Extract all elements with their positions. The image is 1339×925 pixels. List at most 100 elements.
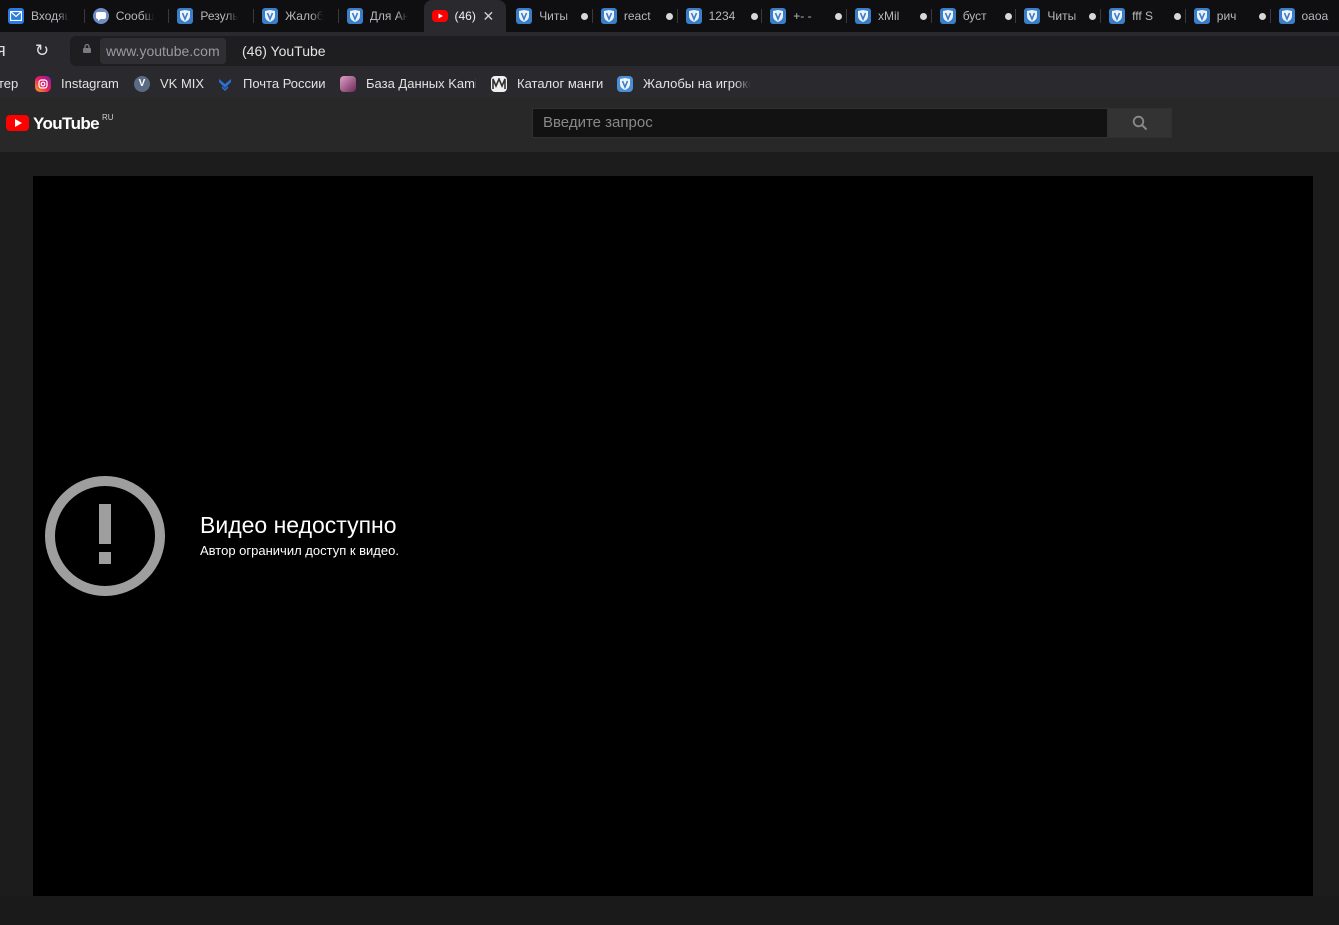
bookmarks-bar: тер Instagram V VK MIX Почта России База…	[0, 70, 1339, 97]
tab-strip: Входящие Сообщения Результаты Жалобы Для Ан (…	[0, 0, 1339, 32]
tab-title: (46)	[454, 9, 476, 23]
search-input[interactable]: Введите запрос	[532, 108, 1108, 138]
youtube-wordmark: YouTube	[33, 114, 100, 133]
bookmark-label: База Данных Kami	[366, 76, 476, 91]
unread-dot-icon	[665, 12, 673, 20]
vk-shield-icon	[262, 8, 279, 24]
search-placeholder: Введите запрос	[543, 114, 653, 131]
bookmark-label: Жалобы на игроков	[643, 76, 751, 91]
bookmark-kami-db[interactable]: База Данных Kami	[340, 70, 476, 97]
url-page-title[interactable]: (46) YouTube	[242, 36, 326, 66]
lock-icon	[83, 44, 91, 53]
tab-separator	[1015, 9, 1017, 23]
tab[interactable]: Сообщения	[85, 0, 168, 32]
tab-title: react	[623, 9, 651, 23]
tab[interactable]: Результаты	[169, 0, 252, 32]
tab[interactable]: Жалобы	[254, 0, 337, 32]
anime-icon	[340, 75, 356, 92]
vk-shield-icon	[685, 8, 702, 24]
vk-shield-icon	[346, 8, 363, 24]
vk-shield-icon	[617, 75, 633, 92]
tab[interactable]: рич	[1186, 0, 1269, 32]
tab-separator	[1184, 9, 1186, 23]
tab-separator	[676, 9, 678, 23]
close-tab-icon[interactable]: ✕	[483, 8, 495, 25]
vk-shield-icon	[516, 8, 533, 24]
tab-title: Результаты	[200, 9, 238, 23]
unread-dot-icon	[835, 12, 843, 20]
reload-icon[interactable]: ↻	[32, 41, 52, 61]
bookmark-label: VK MIX	[160, 76, 205, 91]
youtube-logo[interactable]: YouTube RU	[6, 113, 114, 133]
tab-title: оаоа	[1301, 9, 1329, 23]
youtube-play-icon	[6, 115, 29, 131]
vk-shield-icon	[1278, 8, 1295, 24]
message-icon	[92, 8, 109, 24]
vk-shield-icon	[1193, 8, 1210, 24]
tab-separator	[168, 9, 170, 23]
tab[interactable]: Читы	[508, 0, 591, 32]
unread-dot-icon	[750, 12, 758, 20]
tab-separator	[930, 9, 932, 23]
vk-shield-icon	[939, 8, 956, 24]
tab-title: xMil	[878, 9, 900, 23]
error-title: Видео недоступно	[200, 512, 397, 538]
back-button-fragment[interactable]: я	[0, 40, 6, 61]
tab[interactable]: Входящие	[0, 0, 83, 32]
youtube-icon	[431, 10, 448, 22]
tab-separator	[1100, 9, 1102, 23]
mail-icon	[8, 8, 24, 24]
tab-title: Входящие	[31, 9, 69, 23]
vk-shield-icon	[600, 8, 617, 24]
tab[interactable]: Читы	[1016, 0, 1099, 32]
tab-title: Для Ан	[369, 9, 408, 23]
tab[interactable]: fff S	[1101, 0, 1184, 32]
tab-separator	[83, 9, 85, 23]
tab-separator	[761, 9, 763, 23]
tab-active[interactable]: (46) ✕	[423, 0, 507, 32]
bookmark-label: Почта России	[243, 76, 326, 91]
tab-separator	[1269, 9, 1271, 23]
tab-separator	[591, 9, 593, 23]
bookmark-post-russia[interactable]: Почта России	[217, 70, 326, 97]
bookmark-item[interactable]: тер	[0, 70, 18, 97]
tab-title: буст	[962, 9, 987, 23]
vk-shield-icon	[855, 8, 871, 24]
error-message: Автор ограничил доступ к видео.	[200, 543, 399, 558]
tab[interactable]: буст	[932, 0, 1015, 32]
tab[interactable]: +- -	[762, 0, 845, 32]
tab-separator	[846, 9, 847, 23]
vk-mix-icon: V	[134, 75, 150, 92]
tab[interactable]: 1234	[678, 0, 761, 32]
url-host[interactable]: www.youtube.com	[100, 38, 226, 64]
bookmark-label: Instagram	[61, 76, 119, 91]
tab-title: рич	[1216, 9, 1237, 23]
search-button[interactable]	[1107, 108, 1172, 138]
post-russia-icon	[217, 76, 233, 92]
bookmark-label: Каталог манги	[517, 76, 604, 91]
video-player[interactable]: Видео недоступно Автор ограничил доступ …	[33, 176, 1313, 896]
vk-shield-icon	[177, 8, 194, 24]
tab[interactable]: Для Ан	[339, 0, 422, 32]
unread-dot-icon	[1258, 12, 1266, 20]
tab-title: Жалобы	[285, 9, 324, 23]
tab-title: fff S	[1132, 9, 1153, 23]
vk-shield-icon	[770, 8, 787, 24]
tab-separator	[253, 9, 255, 23]
tab[interactable]: оаоа	[1271, 0, 1339, 32]
bookmark-complaints[interactable]: Жалобы на игроков	[617, 70, 751, 97]
youtube-header: YouTube RU Введите запрос	[0, 97, 1339, 152]
bookmark-instagram[interactable]: Instagram	[35, 70, 119, 97]
tab-title: Сообщения	[115, 9, 154, 23]
tab-separator	[337, 9, 339, 23]
alert-circle-icon	[45, 476, 165, 596]
tab[interactable]: xMil	[847, 0, 930, 32]
bookmark-vk-mix[interactable]: V VK MIX	[134, 70, 204, 97]
bookmark-manga-catalog[interactable]: Каталог манги	[491, 70, 603, 97]
page-footer-area	[0, 896, 1339, 925]
vk-shield-icon	[1109, 8, 1126, 24]
tab[interactable]: react	[593, 0, 676, 32]
unread-dot-icon	[1174, 12, 1182, 20]
browser-toolbar: я ↻ www.youtube.com (46) YouTube	[0, 32, 1339, 70]
vk-shield-icon	[1024, 8, 1041, 24]
